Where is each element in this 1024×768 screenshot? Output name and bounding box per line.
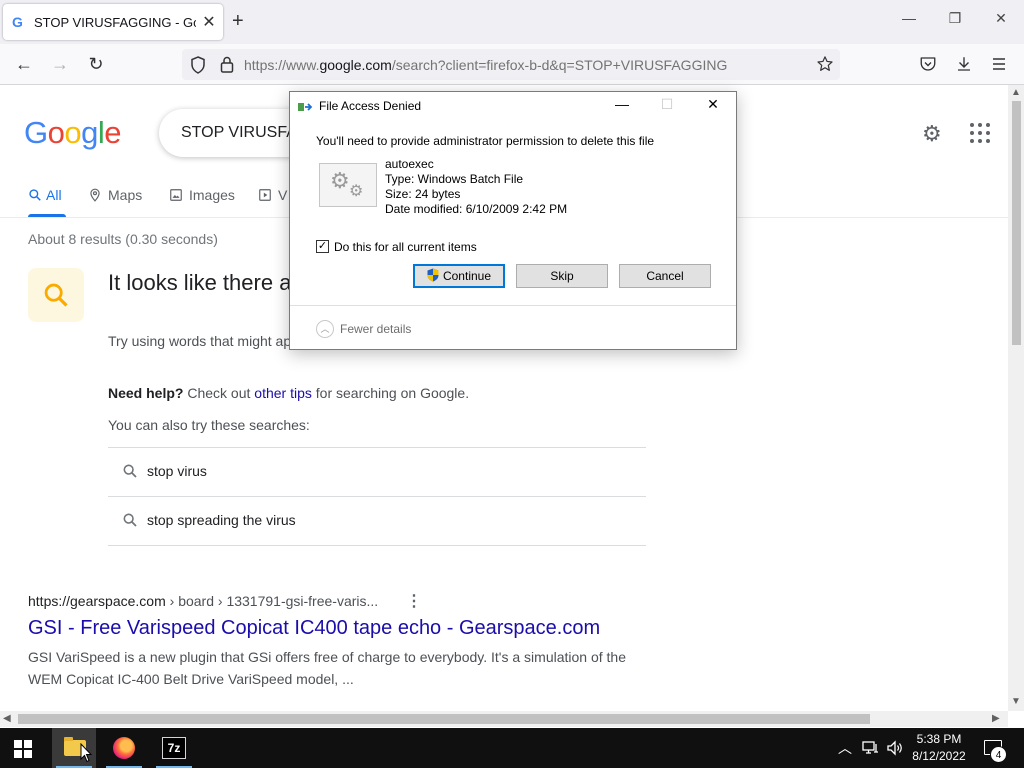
search-icon — [123, 464, 137, 478]
fewer-details-toggle[interactable]: Fewer details — [340, 322, 411, 336]
scroll-right-icon[interactable]: ▶ — [992, 713, 1000, 724]
tab-videos[interactable]: V — [258, 187, 287, 203]
7zip-icon: 7z — [162, 737, 186, 759]
dialog-minimize-button[interactable]: — — [607, 96, 637, 112]
file-name: autoexec — [385, 157, 434, 171]
no-results-tile — [28, 268, 84, 322]
apply-all-label[interactable]: Do this for all current items — [334, 240, 477, 254]
back-icon[interactable]: ← — [12, 54, 36, 74]
apply-all-checkbox[interactable]: ✓ — [316, 240, 329, 253]
suggestion-item[interactable]: stop virus — [108, 447, 646, 496]
result-url[interactable]: https://gearspace.com › board › 1331791-… — [28, 593, 378, 609]
lock-icon[interactable] — [220, 56, 234, 73]
taskbar-firefox[interactable] — [102, 728, 146, 768]
other-tips-link[interactable]: other tips — [254, 385, 312, 401]
vertical-scrollbar[interactable]: ▲ ▼ — [1008, 85, 1024, 711]
video-icon — [259, 189, 271, 201]
horizontal-scrollbar[interactable]: ◀ ▶ — [0, 711, 1008, 727]
cancel-button[interactable]: Cancel — [619, 264, 711, 288]
need-help-text: Need help? Check out other tips for sear… — [108, 385, 470, 401]
skip-button[interactable]: Skip — [516, 264, 608, 288]
scroll-down-icon[interactable]: ▼ — [1011, 696, 1021, 707]
tab-maps[interactable]: Maps — [88, 187, 142, 203]
result-title-link[interactable]: GSI - Free Varispeed Copicat IC400 tape … — [28, 617, 600, 640]
chevron-up-icon[interactable]: ︿ — [316, 320, 334, 338]
windows-start-icon[interactable] — [14, 740, 32, 758]
window-minimize-button[interactable]: — — [894, 10, 924, 26]
google-favicon-icon: G — [12, 14, 23, 30]
vertical-scroll-thumb[interactable] — [1012, 101, 1021, 345]
window-close-button[interactable]: ✕ — [986, 10, 1016, 27]
search-icon — [123, 513, 137, 527]
tab-images[interactable]: Images — [169, 187, 235, 203]
dialog-close-button[interactable]: ✕ — [698, 96, 728, 113]
also-try-label: You can also try these searches: — [108, 417, 310, 433]
tab-all[interactable]: All — [28, 187, 62, 203]
search-icon — [29, 189, 41, 201]
menu-icon[interactable] — [991, 56, 1007, 72]
file-move-icon — [298, 103, 313, 111]
image-icon — [170, 189, 182, 201]
uac-shield-icon — [427, 268, 439, 282]
scroll-up-icon[interactable]: ▲ — [1011, 87, 1021, 98]
browser-tab-bar: G STOP VIRUSFAGGING - Google Search ✕ + … — [0, 0, 1024, 44]
dialog-title: File Access Denied — [319, 99, 422, 113]
download-icon[interactable] — [955, 55, 973, 73]
dialog-message: You'll need to provide administrator per… — [316, 134, 655, 148]
volume-icon[interactable] — [886, 740, 904, 756]
suggestion-text[interactable]: stop virus — [147, 463, 207, 479]
suggestion-divider — [108, 545, 646, 546]
star-icon[interactable] — [816, 55, 834, 73]
tray-overflow-icon[interactable]: ︿ — [838, 738, 852, 758]
suggestion-text[interactable]: stop spreading the virus — [147, 512, 296, 528]
notification-count-badge: 4 — [990, 746, 1007, 763]
browser-tab-active[interactable]: G STOP VIRUSFAGGING - Google Search ✕ — [3, 4, 223, 40]
file-size: Size: 24 bytes — [385, 187, 461, 201]
pocket-icon[interactable] — [919, 55, 937, 73]
google-apps-icon[interactable] — [970, 123, 990, 143]
horizontal-scroll-thumb[interactable] — [18, 714, 870, 724]
new-tab-button[interactable]: + — [232, 10, 244, 32]
clock-date[interactable]: 8/12/2022 — [908, 749, 970, 763]
scroll-left-icon[interactable]: ◀ — [3, 713, 11, 724]
suggestion-item[interactable]: stop spreading the virus — [108, 496, 646, 545]
tracking-shield-icon[interactable] — [190, 56, 206, 74]
dialog-maximize-button: ☐ — [660, 96, 674, 112]
magnifier-icon — [44, 283, 68, 307]
tab-title: STOP VIRUSFAGGING - Google Search — [34, 15, 196, 30]
url-bar[interactable]: https://www.google.com/search?client=fir… — [182, 49, 840, 80]
file-access-denied-dialog: File Access Denied — ☐ ✕ You'll need to … — [289, 91, 737, 350]
file-type: Type: Windows Batch File — [385, 172, 524, 186]
result-more-icon[interactable]: ⋮ — [406, 591, 422, 611]
firefox-icon — [113, 737, 135, 759]
result-stats: About 8 results (0.30 seconds) — [28, 231, 218, 247]
result-snippet: GSI VariSpeed is a new plugin that GSi o… — [28, 649, 626, 687]
batch-file-gears-icon: ⚙ ⚙ — [319, 163, 377, 207]
tab-close-icon[interactable]: ✕ — [199, 12, 219, 32]
dialog-divider — [290, 305, 736, 306]
file-modified: Date modified: 6/10/2009 2:42 PM — [385, 202, 568, 216]
network-icon[interactable] — [862, 740, 880, 756]
reload-icon[interactable]: ↻ — [84, 54, 108, 74]
google-logo[interactable]: Google — [24, 115, 122, 151]
url-text[interactable]: https://www.google.com/search?client=fir… — [244, 57, 727, 73]
taskbar-7zip[interactable]: 7z — [152, 728, 196, 768]
clock-time[interactable]: 5:38 PM — [912, 732, 966, 746]
continue-button[interactable]: Continue — [413, 264, 505, 288]
browser-nav-bar: ← → ↻ https://www.google.com/search?clie… — [0, 44, 1024, 85]
window-restore-button[interactable]: ❐ — [940, 10, 970, 27]
map-pin-icon — [90, 188, 100, 202]
settings-gear-icon[interactable]: ⚙ — [922, 121, 942, 147]
mouse-cursor-icon — [80, 743, 92, 763]
forward-icon[interactable]: → — [48, 54, 72, 74]
